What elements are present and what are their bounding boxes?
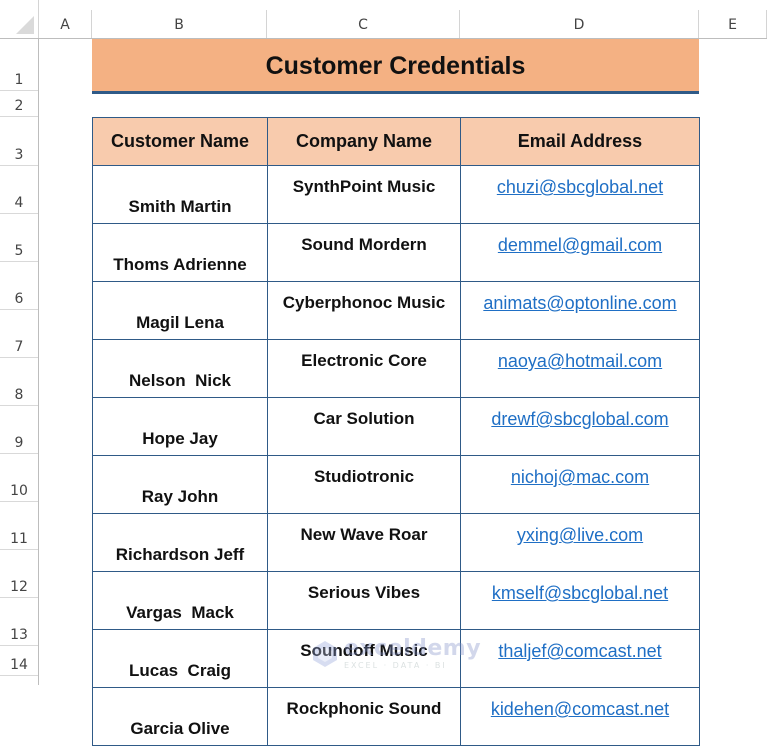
- row-header-14[interactable]: 14: [0, 646, 38, 676]
- email-cell[interactable]: animats@optonline.com: [460, 281, 700, 340]
- customer-name-cell[interactable]: Magil Lena: [92, 281, 268, 340]
- company-name-cell[interactable]: Cyberphonoc Music: [267, 281, 461, 340]
- header-company-name[interactable]: Company Name: [267, 117, 461, 166]
- email-link[interactable]: chuzi@sbcglobal.net: [497, 177, 663, 197]
- sheet-title-cell[interactable]: Customer Credentials: [92, 39, 699, 94]
- row-header-3[interactable]: 3: [0, 117, 38, 166]
- customer-name-cell[interactable]: Garcia Olive: [92, 687, 268, 746]
- customer-name-cell[interactable]: Ray John: [92, 455, 268, 514]
- email-cell[interactable]: drewf@sbcglobal.com: [460, 397, 700, 456]
- email-link[interactable]: thaljef@comcast.net: [498, 641, 661, 661]
- email-cell[interactable]: thaljef@comcast.net: [460, 629, 700, 688]
- header-customer-name[interactable]: Customer Name: [92, 117, 268, 166]
- customer-name-cell[interactable]: Nelson Nick: [92, 339, 268, 398]
- column-header-c[interactable]: C: [267, 10, 460, 39]
- customer-name-cell[interactable]: Hope Jay: [92, 397, 268, 456]
- column-header-a[interactable]: A: [39, 10, 92, 39]
- watermark-tagline: EXCEL · DATA · BI: [344, 661, 447, 670]
- watermark-brand: exceldemy: [344, 636, 482, 661]
- company-name-cell[interactable]: Sound Mordern: [267, 223, 461, 282]
- row-header-7[interactable]: 7: [0, 310, 38, 358]
- table-row: Ray John Studiotronic nichoj@mac.com: [92, 455, 700, 514]
- email-cell[interactable]: nichoj@mac.com: [460, 455, 700, 514]
- customer-name-cell[interactable]: Lucas Craig: [92, 629, 268, 688]
- company-name-cell[interactable]: Car Solution: [267, 397, 461, 456]
- table-row: Nelson Nick Electronic Core naoya@hotmai…: [92, 339, 700, 398]
- row-header-13[interactable]: 13: [0, 598, 38, 646]
- header-email-address[interactable]: Email Address: [460, 117, 700, 166]
- customer-name-cell[interactable]: Smith Martin: [92, 165, 268, 224]
- row-header-1[interactable]: 1: [0, 39, 38, 91]
- row-header-2[interactable]: 2: [0, 91, 38, 117]
- row-header-11[interactable]: 11: [0, 502, 38, 550]
- row-header-6[interactable]: 6: [0, 262, 38, 310]
- company-name-cell[interactable]: SynthPoint Music: [267, 165, 461, 224]
- customer-name-cell[interactable]: Vargas Mack: [92, 571, 268, 630]
- select-all-triangle-icon: [16, 16, 34, 34]
- exceldemy-logo-icon: [313, 641, 337, 667]
- row-header-8[interactable]: 8: [0, 358, 38, 406]
- select-all-corner[interactable]: [0, 0, 39, 39]
- row-header-5[interactable]: 5: [0, 214, 38, 262]
- email-link[interactable]: yxing@live.com: [517, 525, 643, 545]
- email-cell[interactable]: yxing@live.com: [460, 513, 700, 572]
- company-name-cell[interactable]: Studiotronic: [267, 455, 461, 514]
- column-header-e[interactable]: E: [699, 10, 767, 39]
- exceldemy-watermark: exceldemy EXCEL · DATA · BI: [312, 638, 481, 670]
- company-name-cell[interactable]: Rockphonic Sound: [267, 687, 461, 746]
- email-cell[interactable]: kidehen@comcast.net: [460, 687, 700, 746]
- email-link[interactable]: kmself@sbcglobal.net: [492, 583, 668, 603]
- row-header-9[interactable]: 9: [0, 406, 38, 454]
- row-header-divider: [38, 39, 39, 685]
- email-cell[interactable]: demmel@gmail.com: [460, 223, 700, 282]
- table-row: Hope Jay Car Solution drewf@sbcglobal.co…: [92, 397, 700, 456]
- email-cell[interactable]: kmself@sbcglobal.net: [460, 571, 700, 630]
- row-header-12[interactable]: 12: [0, 550, 38, 598]
- table-header-row: Customer Name Company Name Email Address: [92, 117, 700, 166]
- company-name-cell[interactable]: Serious Vibes: [267, 571, 461, 630]
- column-header-d[interactable]: D: [460, 10, 699, 39]
- company-name-cell[interactable]: Electronic Core: [267, 339, 461, 398]
- row-header-4[interactable]: 4: [0, 166, 38, 214]
- company-name-cell[interactable]: New Wave Roar: [267, 513, 461, 572]
- table-row: Richardson Jeff New Wave Roar yxing@live…: [92, 513, 700, 572]
- email-link[interactable]: drewf@sbcglobal.com: [491, 409, 668, 429]
- table-row: Vargas Mack Serious Vibes kmself@sbcglob…: [92, 571, 700, 630]
- customer-name-cell[interactable]: Thoms Adrienne: [92, 223, 268, 282]
- email-link[interactable]: nichoj@mac.com: [511, 467, 649, 487]
- table-row: Magil Lena Cyberphonoc Music animats@opt…: [92, 281, 700, 340]
- email-cell[interactable]: naoya@hotmail.com: [460, 339, 700, 398]
- row-header-10[interactable]: 10: [0, 454, 38, 502]
- table-row: Thoms Adrienne Sound Mordern demmel@gmai…: [92, 223, 700, 282]
- table-row: Garcia Olive Rockphonic Sound kidehen@co…: [92, 687, 700, 746]
- email-cell[interactable]: chuzi@sbcglobal.net: [460, 165, 700, 224]
- email-link[interactable]: animats@optonline.com: [483, 293, 676, 313]
- email-link[interactable]: naoya@hotmail.com: [498, 351, 662, 371]
- customer-name-cell[interactable]: Richardson Jeff: [92, 513, 268, 572]
- table-row: Smith Martin SynthPoint Music chuzi@sbcg…: [92, 165, 700, 224]
- email-link[interactable]: demmel@gmail.com: [498, 235, 662, 255]
- email-link[interactable]: kidehen@comcast.net: [491, 699, 669, 719]
- column-header-b[interactable]: B: [92, 10, 267, 39]
